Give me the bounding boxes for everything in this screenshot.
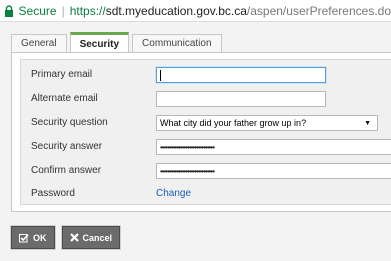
- url-path: /aspen/userPreferences.do: [246, 3, 391, 18]
- cancel-button[interactable]: Cancel: [61, 226, 121, 249]
- security-answer-row: Security answer ••••••••••••••••••••••••…: [21, 137, 391, 159]
- primary-email-row: Primary email: [21, 65, 391, 87]
- text-cursor: [160, 69, 161, 81]
- tab-communication[interactable]: Communication: [132, 34, 222, 52]
- ok-button[interactable]: OK: [11, 226, 55, 249]
- password-label: Password: [31, 188, 75, 199]
- secure-label: Secure: [18, 3, 57, 18]
- url-host: sdt.myeducation.gov.bc.ca: [105, 3, 247, 18]
- security-form: Primary email Alternate email Security q…: [20, 59, 391, 205]
- lock-icon: [4, 3, 15, 19]
- security-panel: Primary email Alternate email Security q…: [11, 52, 391, 212]
- alternate-email-label: Alternate email: [31, 93, 98, 104]
- address-bar[interactable]: Secure | https://sdt.myeducation.gov.bc.…: [0, 0, 391, 22]
- password-row: Password Change: [21, 184, 391, 206]
- address-separator: |: [61, 3, 65, 18]
- change-password-link[interactable]: Change: [156, 188, 191, 199]
- security-question-row: Security question What city did your fat…: [21, 113, 391, 135]
- alternate-email-row: Alternate email: [21, 89, 391, 111]
- confirm-answer-label: Confirm answer: [31, 165, 102, 176]
- dropdown-arrow-icon: ▼: [364, 119, 371, 127]
- cancel-label: Cancel: [82, 232, 113, 243]
- alternate-email-field[interactable]: [156, 91, 326, 107]
- tab-security[interactable]: Security: [69, 32, 130, 52]
- confirm-answer-field[interactable]: ••••••••••••••••••••••••••••••: [156, 163, 391, 179]
- preferences-tabs: General Security Communication: [11, 32, 225, 52]
- security-answer-label: Security answer: [31, 141, 103, 152]
- dialog-buttons: OK Cancel: [11, 226, 127, 249]
- primary-email-label: Primary email: [31, 69, 93, 80]
- check-icon: [19, 233, 29, 243]
- primary-email-field[interactable]: [156, 67, 326, 83]
- x-icon: [69, 233, 79, 242]
- ok-label: OK: [33, 232, 47, 243]
- confirm-answer-row: Confirm answer •••••••••••••••••••••••••…: [21, 161, 391, 183]
- security-answer-field[interactable]: ••••••••••••••••••••••••••••••: [156, 139, 391, 155]
- url-scheme: https://: [69, 3, 106, 18]
- security-question-select[interactable]: What city did your father grow up in? ▼: [156, 115, 378, 131]
- tab-general[interactable]: General: [11, 34, 67, 52]
- security-question-label: Security question: [31, 117, 108, 128]
